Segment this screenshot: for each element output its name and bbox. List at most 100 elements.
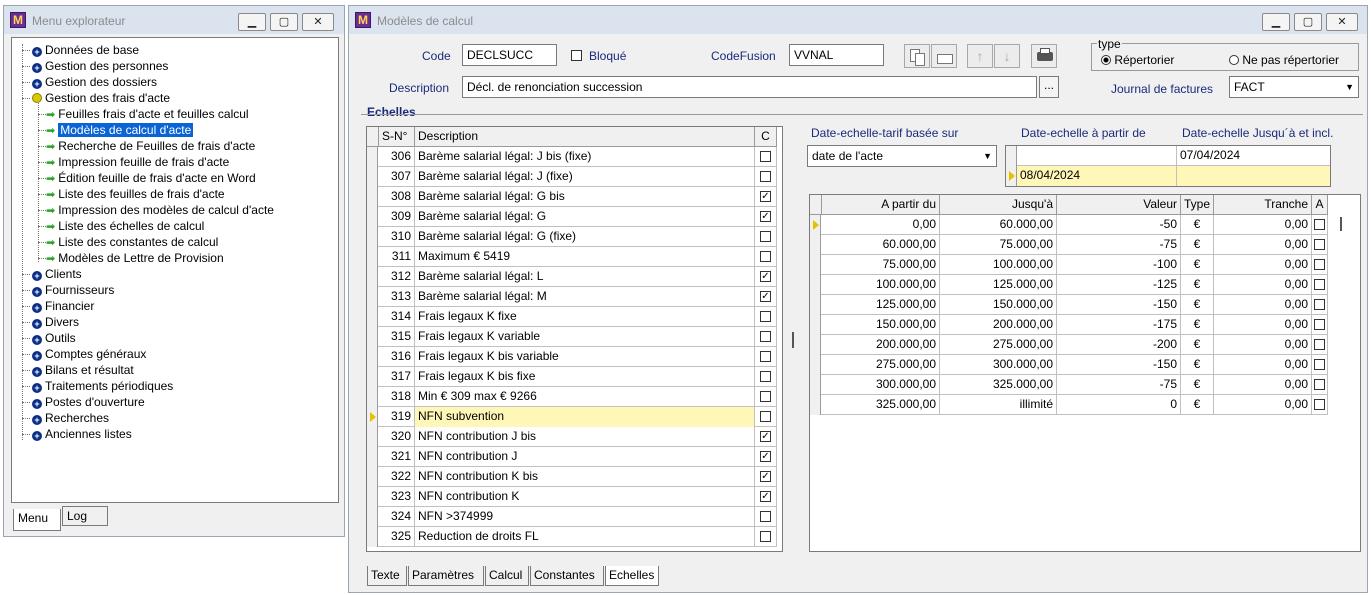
table-row[interactable]: 315 Frais legaux K variable <box>367 327 777 347</box>
bloque-checkbox[interactable] <box>571 50 582 61</box>
table-row[interactable]: 325.000,00 illimité 0 €0,00 <box>810 395 1328 415</box>
expand-icon[interactable]: + <box>32 319 42 329</box>
expand-icon[interactable]: + <box>32 79 42 89</box>
row-checkbox[interactable]: ✓ <box>760 451 771 462</box>
code-input[interactable]: DECLSUCC <box>462 44 557 66</box>
expand-icon[interactable]: + <box>32 303 42 313</box>
journal-select[interactable]: FACT ▼ <box>1229 76 1359 98</box>
table-row[interactable]: 320 NFN contribution J bis ✓ <box>367 427 777 447</box>
row-checkbox[interactable] <box>760 391 771 402</box>
tree-item[interactable]: ➡ Édition feuille de frais d'acte en Word <box>38 170 256 186</box>
expand-icon[interactable]: + <box>32 367 42 377</box>
grid-header-tranche[interactable]: Tranche <box>1214 195 1312 215</box>
table-row[interactable]: 275.000,00 300.000,00 -150 €0,00 <box>810 355 1328 375</box>
table-row[interactable]: 60.000,00 75.000,00 -75 €0,00 <box>810 235 1328 255</box>
codefusion-input[interactable]: VVNAL <box>789 44 884 66</box>
grid-header-valeur[interactable]: Valeur <box>1057 195 1181 215</box>
tree-item[interactable]: + Traitements périodiques <box>22 378 173 394</box>
grid-header-to[interactable]: Jusqu'à <box>940 195 1057 215</box>
table-row[interactable]: 307 Barème salarial légal: J (fixe) <box>367 167 777 187</box>
row-checkbox[interactable] <box>1314 279 1325 290</box>
row-checkbox[interactable] <box>1314 339 1325 350</box>
splitter-handle[interactable] <box>792 332 794 348</box>
table-row[interactable]: 100.000,00 125.000,00 -125 €0,00 <box>810 275 1328 295</box>
table-row[interactable]: 324 NFN >374999 <box>367 507 777 527</box>
grid-header-description[interactable]: Description <box>415 127 755 147</box>
row-checkbox[interactable]: ✓ <box>760 211 771 222</box>
row-checkbox[interactable] <box>760 331 771 342</box>
tree-item[interactable]: ➡ Liste des constantes de calcul <box>38 234 218 250</box>
tree-item[interactable]: ➡ Impression des modèles de calcul d'acte <box>38 202 274 218</box>
tab-calcul[interactable]: Calcul <box>485 566 529 586</box>
tree-item[interactable]: + Divers <box>22 314 79 330</box>
table-row[interactable]: 310 Barème salarial légal: G (fixe) <box>367 227 777 247</box>
row-checkbox[interactable] <box>1314 379 1325 390</box>
tree-item[interactable]: + Anciennes listes <box>22 426 132 442</box>
tree-item[interactable]: + Comptes généraux <box>22 346 146 362</box>
arrow-up-icon[interactable]: ↑ <box>967 44 993 68</box>
row-checkbox[interactable] <box>760 171 771 182</box>
row-checkbox[interactable] <box>1314 259 1325 270</box>
tab-echelles[interactable]: Echelles <box>605 566 659 586</box>
row-checkbox[interactable] <box>1314 299 1325 310</box>
tree-item[interactable]: + Recherches <box>22 410 109 426</box>
close-button[interactable]: ✕ <box>302 13 334 31</box>
tab-paramtres[interactable]: Paramètres <box>408 566 484 586</box>
table-row[interactable]: 309 Barème salarial légal: G ✓ <box>367 207 777 227</box>
table-row[interactable]: 313 Barème salarial légal: M ✓ <box>367 287 777 307</box>
table-row[interactable]: 317 Frais legaux K bis fixe <box>367 367 777 387</box>
row-checkbox[interactable] <box>1314 399 1325 410</box>
tree-item[interactable]: ➡ Liste des échelles de calcul <box>38 218 204 234</box>
table-row[interactable]: 0,00 60.000,00 -50 €0,00 <box>810 215 1328 235</box>
row-checkbox[interactable] <box>1314 319 1325 330</box>
date-row[interactable]: 07/04/2024 <box>1006 146 1330 166</box>
arrow-down-icon[interactable]: ↓ <box>994 44 1020 68</box>
tree-item[interactable]: ➡ Liste des feuilles de frais d'acte <box>38 186 225 202</box>
description-input[interactable]: Décl. de renonciation succession <box>462 76 1037 98</box>
tab-menu[interactable]: Menu <box>13 509 61 531</box>
row-checkbox[interactable] <box>1314 239 1325 250</box>
expand-icon[interactable]: + <box>32 431 42 441</box>
paste-icon[interactable] <box>931 44 957 68</box>
row-checkbox[interactable]: ✓ <box>760 191 771 202</box>
tree-item[interactable]: ➡ Modèles de Lettre de Provision <box>38 250 224 266</box>
row-checkbox[interactable]: ✓ <box>760 431 771 442</box>
tree-item[interactable]: + Clients <box>22 266 82 282</box>
tree-item[interactable]: + Gestion des dossiers <box>22 74 157 90</box>
row-checkbox[interactable] <box>760 511 771 522</box>
table-row[interactable]: 306 Barème salarial légal: J bis (fixe) <box>367 147 777 167</box>
table-row[interactable]: 321 NFN contribution J ✓ <box>367 447 777 467</box>
row-checkbox[interactable] <box>760 251 771 262</box>
tree-item[interactable]: + Outils <box>22 330 76 346</box>
row-checkbox[interactable]: ✓ <box>760 491 771 502</box>
tree-item[interactable]: ➡ Recherche de Feuilles de frais d'acte <box>38 138 255 154</box>
grid-header-a[interactable]: A <box>1312 195 1328 215</box>
row-checkbox[interactable]: ✓ <box>760 471 771 482</box>
row-checkbox[interactable]: ✓ <box>760 291 771 302</box>
minimize-button[interactable]: ▁ <box>1262 13 1290 31</box>
table-row[interactable]: 75.000,00 100.000,00 -100 €0,00 <box>810 255 1328 275</box>
close-button[interactable]: ✕ <box>1326 13 1358 31</box>
tree-item[interactable]: + Financier <box>22 298 94 314</box>
table-row[interactable]: 319 NFN subvention <box>367 407 777 427</box>
table-row[interactable]: 125.000,00 150.000,00 -150 €0,00 <box>810 295 1328 315</box>
tab-texte[interactable]: Texte <box>367 566 407 586</box>
row-checkbox[interactable] <box>1314 219 1325 230</box>
row-checkbox[interactable]: ✓ <box>760 271 771 282</box>
tree-item[interactable]: + Postes d'ouverture <box>22 394 145 410</box>
radio-repertorier[interactable]: Répertorier <box>1101 53 1174 67</box>
row-checkbox[interactable] <box>1314 359 1325 370</box>
radio-ne-pas-repertorier[interactable]: Ne pas répertorier <box>1229 53 1339 67</box>
table-row[interactable]: 325 Reduction de droits FL <box>367 527 777 547</box>
row-checkbox[interactable] <box>760 311 771 322</box>
expand-icon[interactable]: + <box>32 351 42 361</box>
grid-header-sn[interactable]: S-N° <box>379 127 415 147</box>
tab-constantes[interactable]: Constantes <box>530 566 604 586</box>
expand-icon[interactable]: + <box>32 47 42 57</box>
tree-item[interactable]: + Bilans et résultat <box>22 362 134 378</box>
vertical-scrollbar[interactable] <box>1340 217 1342 231</box>
table-row[interactable]: 200.000,00 275.000,00 -200 €0,00 <box>810 335 1328 355</box>
maximize-button[interactable]: ▢ <box>1294 13 1322 31</box>
tree-item[interactable]: Gestion des frais d'acte <box>22 90 170 106</box>
table-row[interactable]: 308 Barème salarial légal: G bis ✓ <box>367 187 777 207</box>
